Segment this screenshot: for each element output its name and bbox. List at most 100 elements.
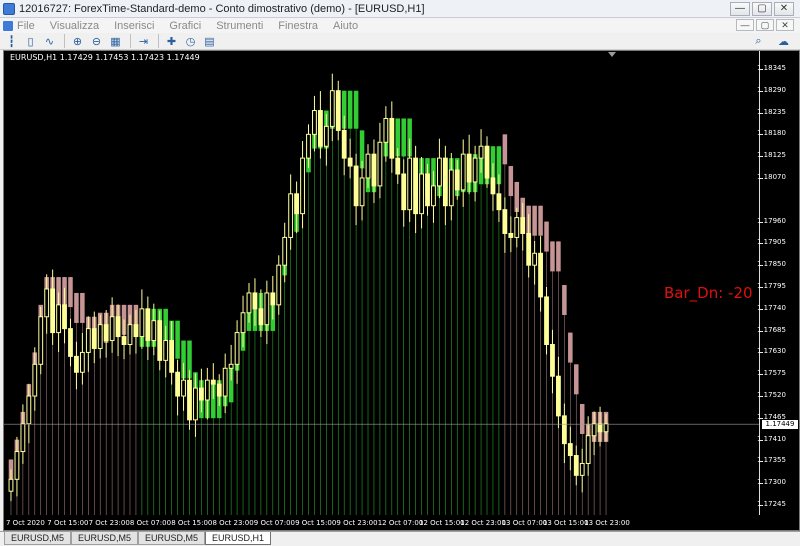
time-tick-label: 13 Oct 07:00 [501,519,548,527]
candle-body [561,415,567,445]
candle-body [532,252,538,266]
tab-eurusd-h1[interactable]: EURUSD,H1 [205,532,272,545]
price-tick-label: 1.17575 [757,369,786,378]
timeframe-icon[interactable]: ◷ [182,34,199,49]
candle-body [359,177,365,207]
band-bar [574,364,579,395]
candle-body [300,157,305,215]
child-minimize-button[interactable]: — [736,19,754,31]
candle-body [234,332,240,365]
tab-eurusd-m5-3[interactable]: EURUSD,M5 [138,532,206,545]
candle-body [216,383,222,397]
band-bar [508,166,514,197]
line-chart-icon[interactable]: ∿ [41,34,58,49]
candle-body [204,379,210,401]
menu-tools[interactable]: Strumenti [216,20,263,32]
menu-view[interactable]: Visualizza [50,20,99,32]
window-title-bar: 12016727: ForexTime-Standard-demo - Cont… [0,0,800,18]
candle-body [62,304,67,330]
close-button[interactable]: ✕ [774,2,794,16]
chart-tabs: EURUSD,M5 EURUSD,M5 EURUSD,M5 EURUSD,H1 [0,531,800,546]
candle-body [341,129,347,159]
candle-body [442,157,448,207]
band-bar [568,332,573,363]
band-bar [532,205,537,236]
candle-body [353,165,359,207]
chart-symbol-header: EURUSD,H1 1.17429 1.17453 1.17423 1.1744… [10,53,200,62]
app-icon [3,2,15,15]
candle-body [294,193,300,215]
minimize-button[interactable]: — [730,2,750,16]
candle-body [246,292,252,314]
candle-body [26,395,32,425]
toolbar-divider [158,34,159,48]
templates-icon[interactable]: ▤ [201,34,218,49]
price-tick-label: 1.18345 [757,63,786,72]
chat-icon[interactable]: ☁ [775,34,792,49]
menu-insert[interactable]: Inserisci [114,20,154,32]
time-tick-label: 12 Oct 15:00 [419,519,465,527]
candle-body [347,157,353,167]
time-tick-label: 12 Oct 07:00 [377,519,424,527]
candle-body [163,340,169,361]
candle-body [14,451,20,480]
tile-windows-icon[interactable]: ▦ [107,34,124,49]
candle-body [91,328,97,349]
band-bar [502,134,508,165]
time-tick-label: 8 Oct 07:00 [129,519,172,527]
candle-body [240,312,246,334]
bar-chart-icon[interactable]: ┇ [3,34,20,49]
price-tick-label: 1.17300 [757,478,786,487]
candle-body [32,363,38,397]
menu-window[interactable]: Finestra [278,20,318,32]
chart-shift-icon[interactable]: ⇥ [135,34,152,49]
add-indicator-icon[interactable]: ✚ [163,34,180,49]
child-restore-button[interactable]: ▢ [756,19,774,31]
candle-body [50,288,56,334]
candle-body [573,455,579,476]
candle-body [68,328,73,357]
candle-body [121,336,127,345]
maximize-button[interactable]: ▢ [752,2,772,16]
band-bar [74,292,79,323]
chart-window[interactable]: EURUSD,H1 1.17429 1.17453 1.17423 1.1744… [3,50,800,531]
candle-body [8,478,14,492]
candle-body [85,328,91,353]
candle-body [169,340,175,373]
search-icon[interactable]: ⌕ [750,34,767,49]
candle-body [597,423,603,433]
band-bar [347,90,353,129]
price-tick-label: 1.17520 [757,391,786,400]
candle-body [579,462,585,476]
time-tick-label: 7 Oct 2020 [6,519,45,527]
menu-help[interactable]: Aiuto [333,20,358,32]
toolbar-divider [130,34,131,48]
candle-body [544,296,549,345]
band-bar [556,241,561,272]
zoom-in-icon[interactable]: ⊕ [69,34,86,49]
tab-eurusd-m5-2[interactable]: EURUSD,M5 [71,532,139,545]
candle-body [187,379,192,421]
menu-file[interactable]: File [17,20,35,32]
zoom-out-icon[interactable]: ⊖ [88,34,105,49]
price-tick-label: 1.17740 [757,303,786,312]
child-close-button[interactable]: ✕ [776,19,794,31]
candle-body [157,320,163,361]
candle-body [97,324,103,349]
candle-body [145,308,151,342]
candle-body [538,252,543,298]
candle-body [252,292,258,310]
candle-body [520,217,526,234]
current-price-label: 1.17449 [762,420,798,430]
tab-eurusd-m5-1[interactable]: EURUSD,M5 [4,532,72,545]
candle-body [109,316,115,342]
candle-body [514,217,520,238]
time-tick-label: 9 Oct 23:00 [336,519,378,527]
menu-charts[interactable]: Grafici [169,20,201,32]
chart-shift-marker[interactable] [608,52,616,57]
candle-body [198,387,204,401]
candle-body [133,324,139,338]
price-tick-label: 1.18290 [757,85,786,94]
candle-chart-icon[interactable]: ▯ [22,34,39,49]
candle-body [454,169,460,191]
